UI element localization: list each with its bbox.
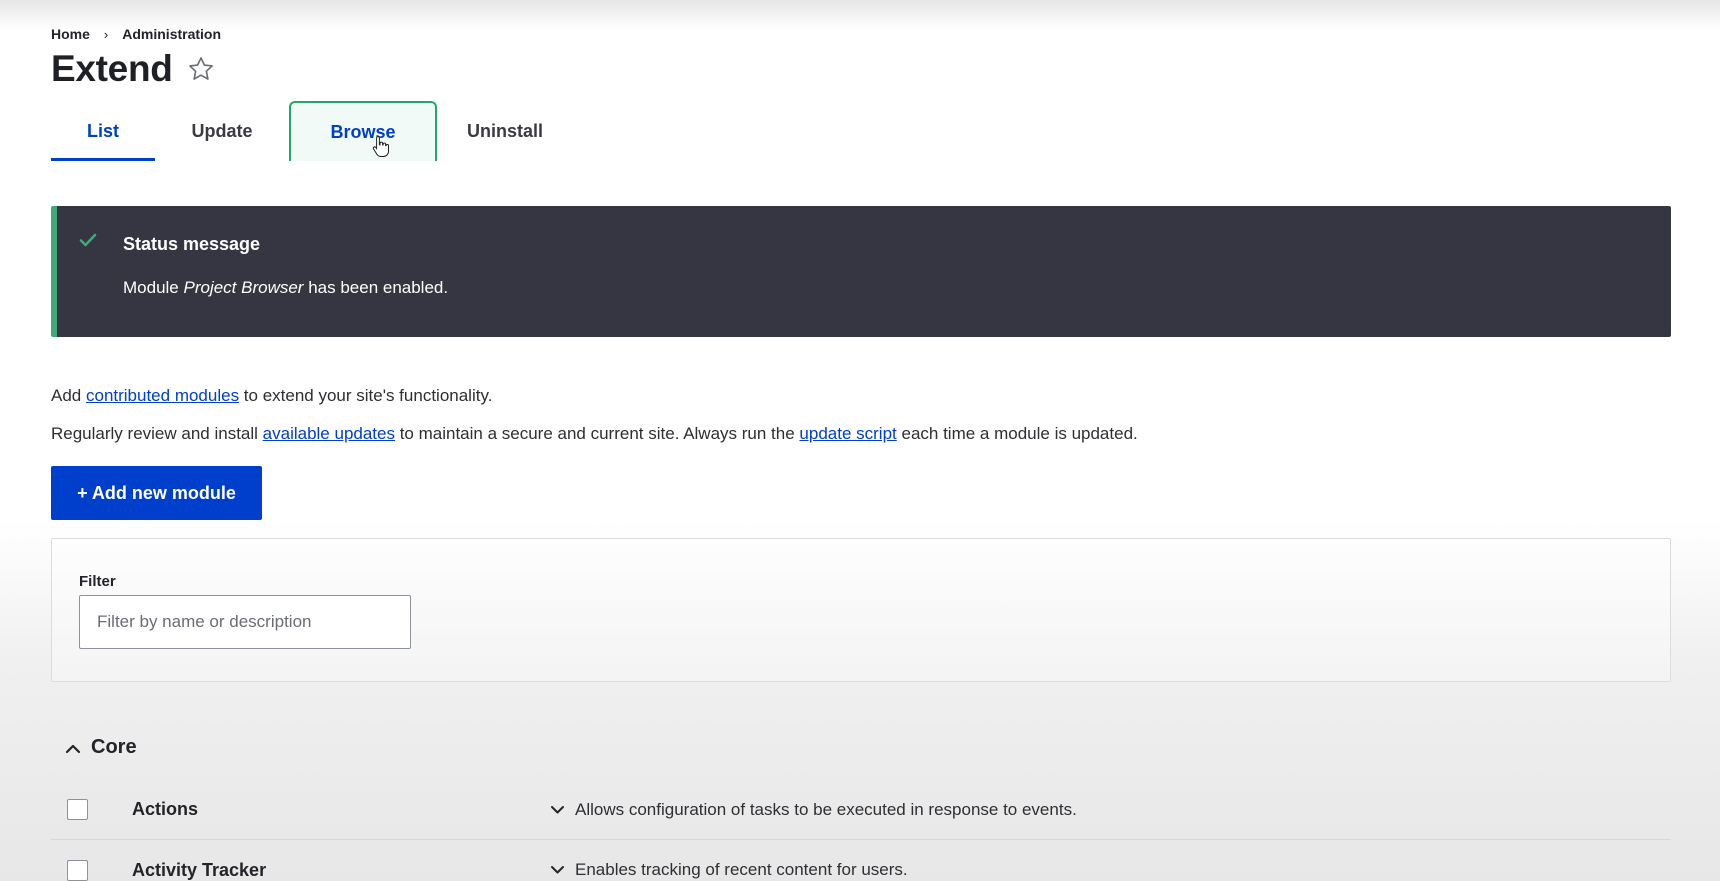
status-suffix: has been enabled. [303, 278, 449, 297]
tab-update[interactable]: Update [155, 101, 289, 161]
filter-panel: Filter [51, 538, 1671, 682]
module-description: Allows configuration of tasks to be exec… [575, 799, 1077, 819]
status-prefix: Module [123, 278, 184, 297]
breadcrumb-administration-link[interactable]: Administration [122, 26, 221, 42]
tab-bar: List Update Browse Uninstall [51, 101, 573, 161]
chevron-down-icon [551, 805, 564, 813]
tab-list[interactable]: List [51, 101, 155, 161]
intro-line-2-after: each time a module is updated. [896, 424, 1138, 443]
status-text: Module Project Browser has been enabled. [123, 278, 448, 298]
status-title: Status message [123, 234, 261, 254]
module-name: Activity Tracker [132, 859, 267, 880]
page-title: Extend [51, 48, 173, 89]
chevron-down-icon [551, 866, 564, 874]
title-row: Extend [51, 48, 215, 90]
intro-line-2-before: Regularly review and install [51, 424, 263, 443]
intro-line-1-after: to extend your site's functionality. [239, 386, 493, 405]
hand-cursor-icon [372, 135, 389, 157]
star-outline-icon[interactable] [187, 55, 215, 83]
intro-line-1-before: Add [51, 386, 86, 405]
tab-uninstall-label: Uninstall [466, 120, 543, 141]
chevron-up-icon [65, 744, 81, 753]
filter-label: Filter [79, 573, 116, 590]
module-name: Actions [132, 799, 199, 819]
module-description-toggle[interactable]: Allows configuration of tasks to be exec… [550, 800, 1077, 820]
intro-line-2: Regularly review and install available u… [51, 424, 1138, 444]
intro-line-2-middle: to maintain a secure and current site. A… [394, 424, 800, 443]
check-icon [79, 233, 97, 247]
tab-list-label: List [86, 120, 119, 141]
filter-input[interactable] [79, 595, 411, 649]
add-new-module-button[interactable]: + Add new module [51, 466, 262, 520]
available-updates-link[interactable]: available updates [263, 424, 395, 443]
breadcrumb-separator: › [103, 26, 109, 42]
status-module-name: Project Browser [183, 278, 304, 297]
breadcrumb: Home › Administration [51, 26, 221, 42]
contributed-modules-link[interactable]: contributed modules [86, 386, 239, 405]
tab-update-label: Update [191, 120, 253, 141]
breadcrumb-home-link[interactable]: Home [51, 26, 90, 42]
module-row: Activity Tracker Enables tracking of rec… [51, 840, 1671, 881]
module-checkbox-activity-tracker[interactable] [67, 859, 88, 881]
module-row: Actions Allows configuration of tasks to… [51, 780, 1671, 840]
tab-browse[interactable]: Browse [289, 101, 437, 161]
tab-uninstall[interactable]: Uninstall [437, 101, 573, 161]
status-message: Status message Module Project Browser ha… [51, 206, 1671, 337]
intro-line-1: Add contributed modules to extend your s… [51, 386, 492, 406]
module-description-toggle[interactable]: Enables tracking of recent content for u… [550, 860, 908, 880]
update-script-link[interactable]: update script [799, 424, 896, 443]
core-section-toggle[interactable]: Core [65, 736, 137, 759]
module-checkbox-actions[interactable] [67, 799, 88, 820]
module-description: Enables tracking of recent content for u… [575, 860, 908, 879]
core-section-heading: Core [91, 736, 137, 758]
